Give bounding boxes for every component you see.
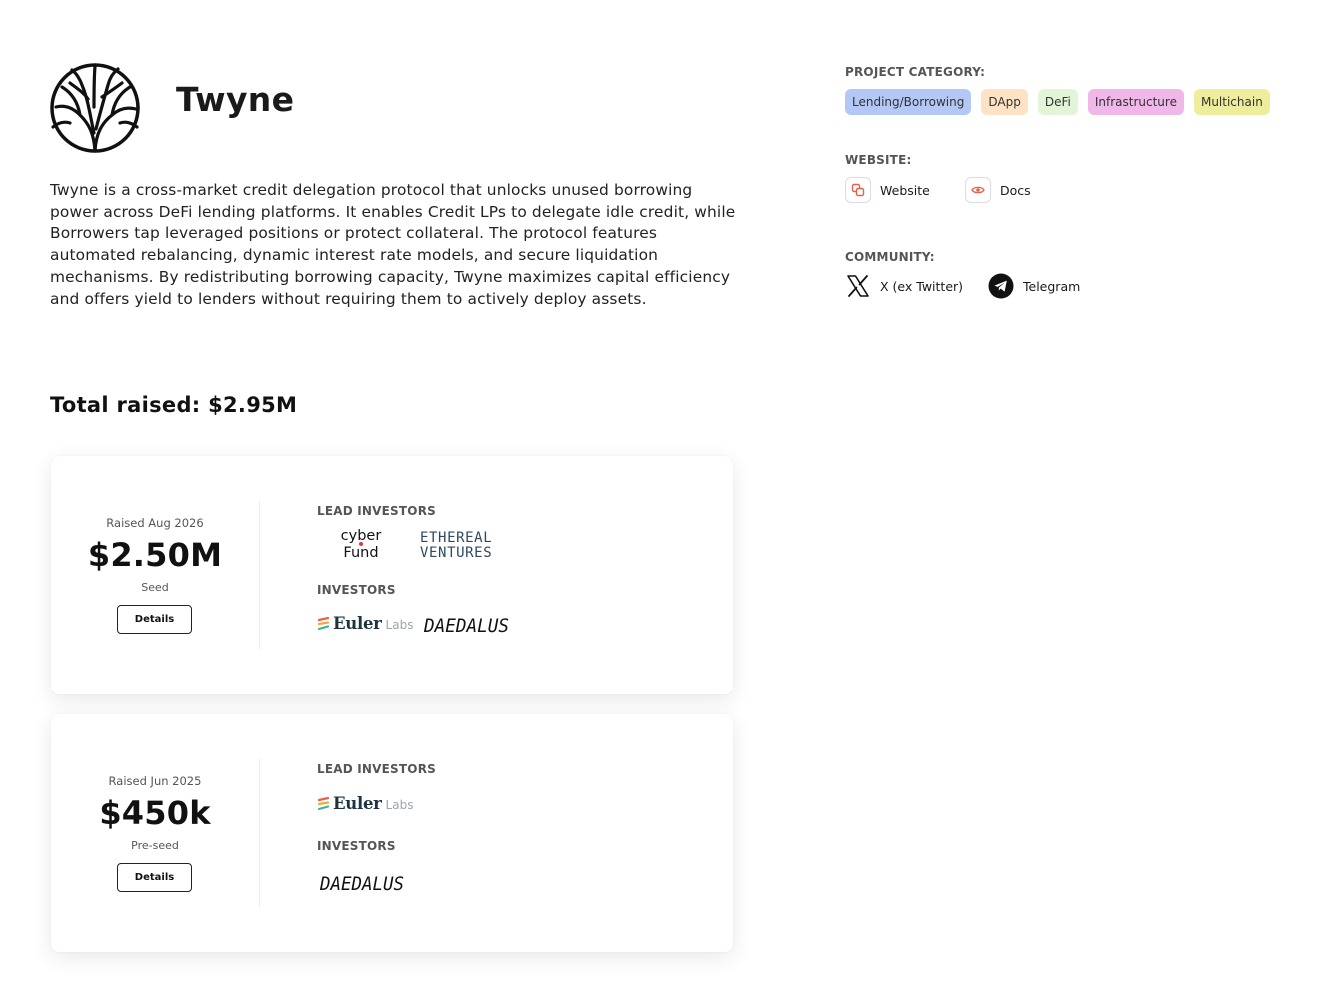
euler-word: Euler: [333, 794, 382, 813]
category-tag-dapp[interactable]: DApp: [981, 89, 1028, 115]
round-stage: Pre-seed: [131, 839, 179, 852]
x-twitter-link[interactable]: X (ex Twitter): [845, 273, 963, 299]
euler-labs-suffix: Labs: [385, 618, 414, 632]
card-divider: [259, 501, 260, 649]
x-twitter-icon: [845, 273, 871, 299]
round-date: Raised Aug 2026: [106, 516, 204, 530]
euler-word: Euler: [333, 614, 382, 633]
link-icon: [845, 177, 871, 203]
website-link-label: Website: [880, 182, 930, 198]
investors-label: INVESTORS: [317, 583, 396, 597]
round-stage: Seed: [141, 581, 169, 594]
round-summary: Raised Aug 2026 $2.50M Seed Details: [51, 456, 259, 694]
website-label: WEBSITE:: [845, 153, 912, 167]
cyber-fund-line2: Fund: [343, 545, 379, 561]
card-divider: [259, 759, 260, 907]
daedalus-wordmark: DAEDALUS: [424, 615, 509, 637]
round-amount: $450k: [99, 794, 211, 832]
investor-logo-cyber-fund[interactable]: cyber Fund: [337, 528, 385, 562]
round-summary: Raised Jun 2025 $450k Pre-seed Details: [51, 714, 259, 952]
website-link[interactable]: Website: [845, 177, 930, 203]
round-date: Raised Jun 2025: [108, 774, 202, 788]
investor-logo-daedalus[interactable]: DAEDALUS: [424, 613, 510, 637]
investor-logo-euler-labs[interactable]: Euler Labs: [317, 614, 413, 633]
round-details-button[interactable]: Details: [117, 605, 192, 634]
telegram-label: Telegram: [1023, 278, 1081, 294]
category-tag-multichain[interactable]: Multichain: [1193, 89, 1270, 115]
community-label: COMMUNITY:: [845, 250, 935, 264]
category-tag-defi[interactable]: DeFi: [1037, 89, 1078, 115]
ethereal-line1: ETHEREAL: [420, 530, 493, 546]
investor-logo-euler-labs[interactable]: Euler Labs: [317, 794, 413, 813]
category-tag-infrastructure[interactable]: Infrastructure: [1087, 89, 1184, 115]
lead-investors-label: LEAD INVESTORS: [317, 762, 436, 776]
category-tag-lending-borrowing[interactable]: Lending/Borrowing: [845, 89, 972, 115]
category-tags: Lending/Borrowing DApp DeFi Infrastructu…: [845, 89, 1270, 115]
docs-link[interactable]: Docs: [965, 177, 1031, 203]
daedalus-wordmark: DAEDALUS: [320, 873, 404, 895]
x-twitter-label: X (ex Twitter): [880, 278, 964, 294]
funding-round-card: Raised Aug 2026 $2.50M Seed Details LEAD…: [51, 456, 733, 694]
twyne-logo-icon: [50, 63, 140, 153]
lead-investors-label: LEAD INVESTORS: [317, 504, 436, 518]
telegram-link[interactable]: Telegram: [988, 273, 1080, 299]
project-category-label: PROJECT CATEGORY:: [845, 65, 986, 79]
euler-mark-icon: [317, 616, 330, 630]
investors-label: INVESTORS: [317, 839, 396, 853]
telegram-icon: [988, 273, 1014, 299]
project-description: Twyne is a cross-market credit delegatio…: [50, 181, 736, 308]
funding-round-card: Raised Jun 2025 $450k Pre-seed Details L…: [51, 714, 733, 952]
investor-logo-ethereal-ventures[interactable]: ETHEREAL VENTURES: [420, 531, 492, 561]
eye-icon: [965, 177, 991, 203]
euler-labs-suffix: Labs: [385, 798, 414, 812]
round-amount: $2.50M: [87, 536, 223, 574]
total-raised-heading: Total raised: $2.95M: [50, 393, 298, 417]
cyber-fund-dot-icon: [359, 542, 363, 546]
round-details-button[interactable]: Details: [117, 863, 192, 892]
ethereal-line2: VENTURES: [420, 545, 493, 561]
docs-link-label: Docs: [1000, 182, 1031, 198]
euler-mark-icon: [317, 796, 330, 810]
project-title: Twyne: [176, 80, 295, 119]
investor-logo-daedalus[interactable]: DAEDALUS: [320, 871, 406, 895]
